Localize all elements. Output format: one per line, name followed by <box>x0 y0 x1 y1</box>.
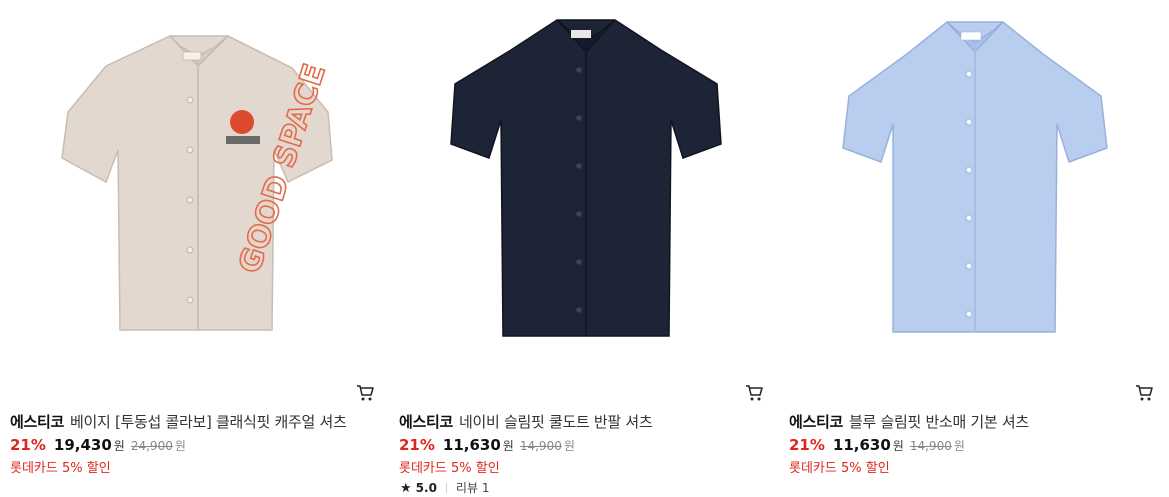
review-summary[interactable]: ★ 5.0 리뷰 1 <box>400 479 489 496</box>
product-name[interactable]: 베이지 [투동섭 콜라보] 클래식핏 캐주얼 셔츠 <box>70 413 347 431</box>
cart-icon[interactable] <box>1135 384 1153 402</box>
original-price: 24,900 <box>130 439 173 453</box>
price-unit: 원 <box>892 439 904 453</box>
original-price: 14,900 <box>909 439 952 453</box>
shirt-navy-illustration <box>450 19 722 337</box>
promo-text: 롯데카드 5% 할인 <box>789 461 890 476</box>
original-price-unit: 원 <box>953 439 965 453</box>
star-icon: ★ <box>400 481 412 496</box>
product-card[interactable]: GOOD SPACE 에스티코 베이지 [투동섭 콜라보] 클래식핏 캐주얼 셔츠… <box>10 0 380 497</box>
original-price: 14,900 <box>519 439 562 453</box>
product-image[interactable] <box>789 0 1159 372</box>
sale-price: 19,430 <box>53 436 112 454</box>
original-price-unit: 원 <box>563 439 575 453</box>
cart-icon[interactable] <box>745 384 763 402</box>
cart-icon[interactable] <box>356 384 374 402</box>
promo-text: 롯데카드 5% 할인 <box>399 461 500 476</box>
price-unit: 원 <box>113 439 125 453</box>
product-card[interactable]: 에스티코 네이비 슬림핏 쿨도트 반팔 셔츠 21% 11,630 원 14,900 원 … <box>399 0 769 497</box>
discount-rate: 21% <box>399 436 435 454</box>
promo-text: 롯데카드 5% 할인 <box>10 461 111 476</box>
product-card[interactable]: 에스티코 블루 슬림핏 반소매 기본 셔츠 21% 11,630 원 14,900 원 롯… <box>789 0 1159 497</box>
brand-name[interactable]: 에스티코 <box>10 413 64 431</box>
shirt-blue-illustration <box>842 21 1108 333</box>
product-image[interactable]: GOOD SPACE <box>10 0 380 372</box>
price-row: 21% 19,430 원 24,900 원 <box>10 436 186 454</box>
brand-name[interactable]: 에스티코 <box>789 413 843 431</box>
discount-rate: 21% <box>10 436 46 454</box>
brand-name[interactable]: 에스티코 <box>399 413 453 431</box>
product-title[interactable]: 에스티코 블루 슬림핏 반소매 기본 셔츠 <box>789 411 1029 432</box>
discount-rate: 21% <box>789 436 825 454</box>
rating-score: 5.0 <box>415 481 437 495</box>
price-row: 21% 11,630 원 14,900 원 <box>399 436 575 454</box>
shirt-beige-illustration: GOOD SPACE <box>61 35 334 331</box>
price-row: 21% 11,630 원 14,900 원 <box>789 436 965 454</box>
sale-price: 11,630 <box>442 436 501 454</box>
product-grid: GOOD SPACE 에스티코 베이지 [투동섭 콜라보] 클래식핏 캐주얼 셔츠… <box>0 0 1169 497</box>
review-count[interactable]: 리뷰 1 <box>456 481 490 495</box>
divider <box>445 483 447 493</box>
product-name[interactable]: 블루 슬림핏 반소매 기본 셔츠 <box>849 413 1029 431</box>
product-title[interactable]: 에스티코 베이지 [투동섭 콜라보] 클래식핏 캐주얼 셔츠 <box>10 411 347 432</box>
product-title[interactable]: 에스티코 네이비 슬림핏 쿨도트 반팔 셔츠 <box>399 411 653 432</box>
price-unit: 원 <box>502 439 514 453</box>
product-image[interactable] <box>399 0 769 372</box>
sale-price: 11,630 <box>832 436 891 454</box>
product-name[interactable]: 네이비 슬림핏 쿨도트 반팔 셔츠 <box>459 413 653 431</box>
original-price-unit: 원 <box>174 439 186 453</box>
